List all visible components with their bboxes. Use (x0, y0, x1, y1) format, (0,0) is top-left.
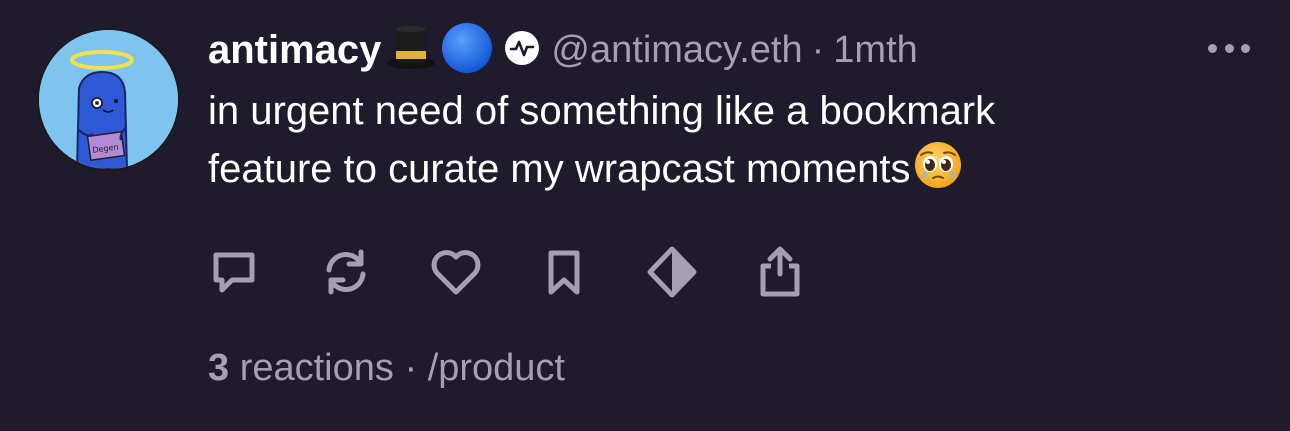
tip-button[interactable] (644, 244, 700, 300)
cast-item: Degen antimacy @antimacy.eth · 1mth in u… (0, 0, 1290, 431)
cast-footer: 3 reactions · /product (208, 347, 565, 390)
pleading-face-emoji (913, 140, 963, 206)
author-display-name[interactable]: antimacy (208, 28, 381, 73)
cast-text-line: in urgent need of something like a bookm… (208, 89, 996, 133)
activity-badge-icon (505, 30, 540, 70)
bookmark-button[interactable] (536, 244, 592, 300)
heart-icon (431, 250, 481, 295)
reply-button[interactable] (206, 244, 262, 300)
recast-icon (326, 249, 366, 295)
cast-timestamp[interactable]: 1mth (833, 29, 917, 72)
author-handle[interactable]: @antimacy.eth (551, 29, 802, 72)
avatar-image: Degen (39, 30, 178, 169)
dot-icon (1208, 43, 1217, 53)
blue-circle-emoji (441, 22, 493, 79)
header-separator: · (811, 28, 825, 71)
dot-icon (1224, 43, 1234, 53)
cast-text-line-content: feature to curate my wrapcast moments (208, 147, 911, 191)
like-button[interactable] (428, 244, 484, 300)
cast-text: in urgent need of something like a bookm… (208, 82, 1208, 206)
bookmark-icon (548, 250, 580, 295)
cast-text-line-2: feature to curate my wrapcast moments (208, 140, 1208, 206)
reactions-label[interactable]: reactions (240, 347, 394, 389)
share-icon (760, 246, 800, 297)
reactions-count[interactable]: 3 (208, 347, 229, 389)
diamond-icon (647, 246, 697, 298)
more-options-button[interactable] (1208, 38, 1250, 58)
channel-link[interactable]: /product (428, 347, 565, 389)
footer-separator: · (404, 347, 418, 389)
avatar[interactable]: Degen (37, 28, 180, 171)
dot-icon (1241, 43, 1250, 53)
recast-button[interactable] (318, 244, 374, 300)
share-button[interactable] (752, 244, 808, 300)
comment-icon (213, 252, 255, 293)
top-hat-emoji (385, 25, 437, 76)
cast-header: antimacy @antimacy.eth · 1mth (208, 22, 918, 79)
